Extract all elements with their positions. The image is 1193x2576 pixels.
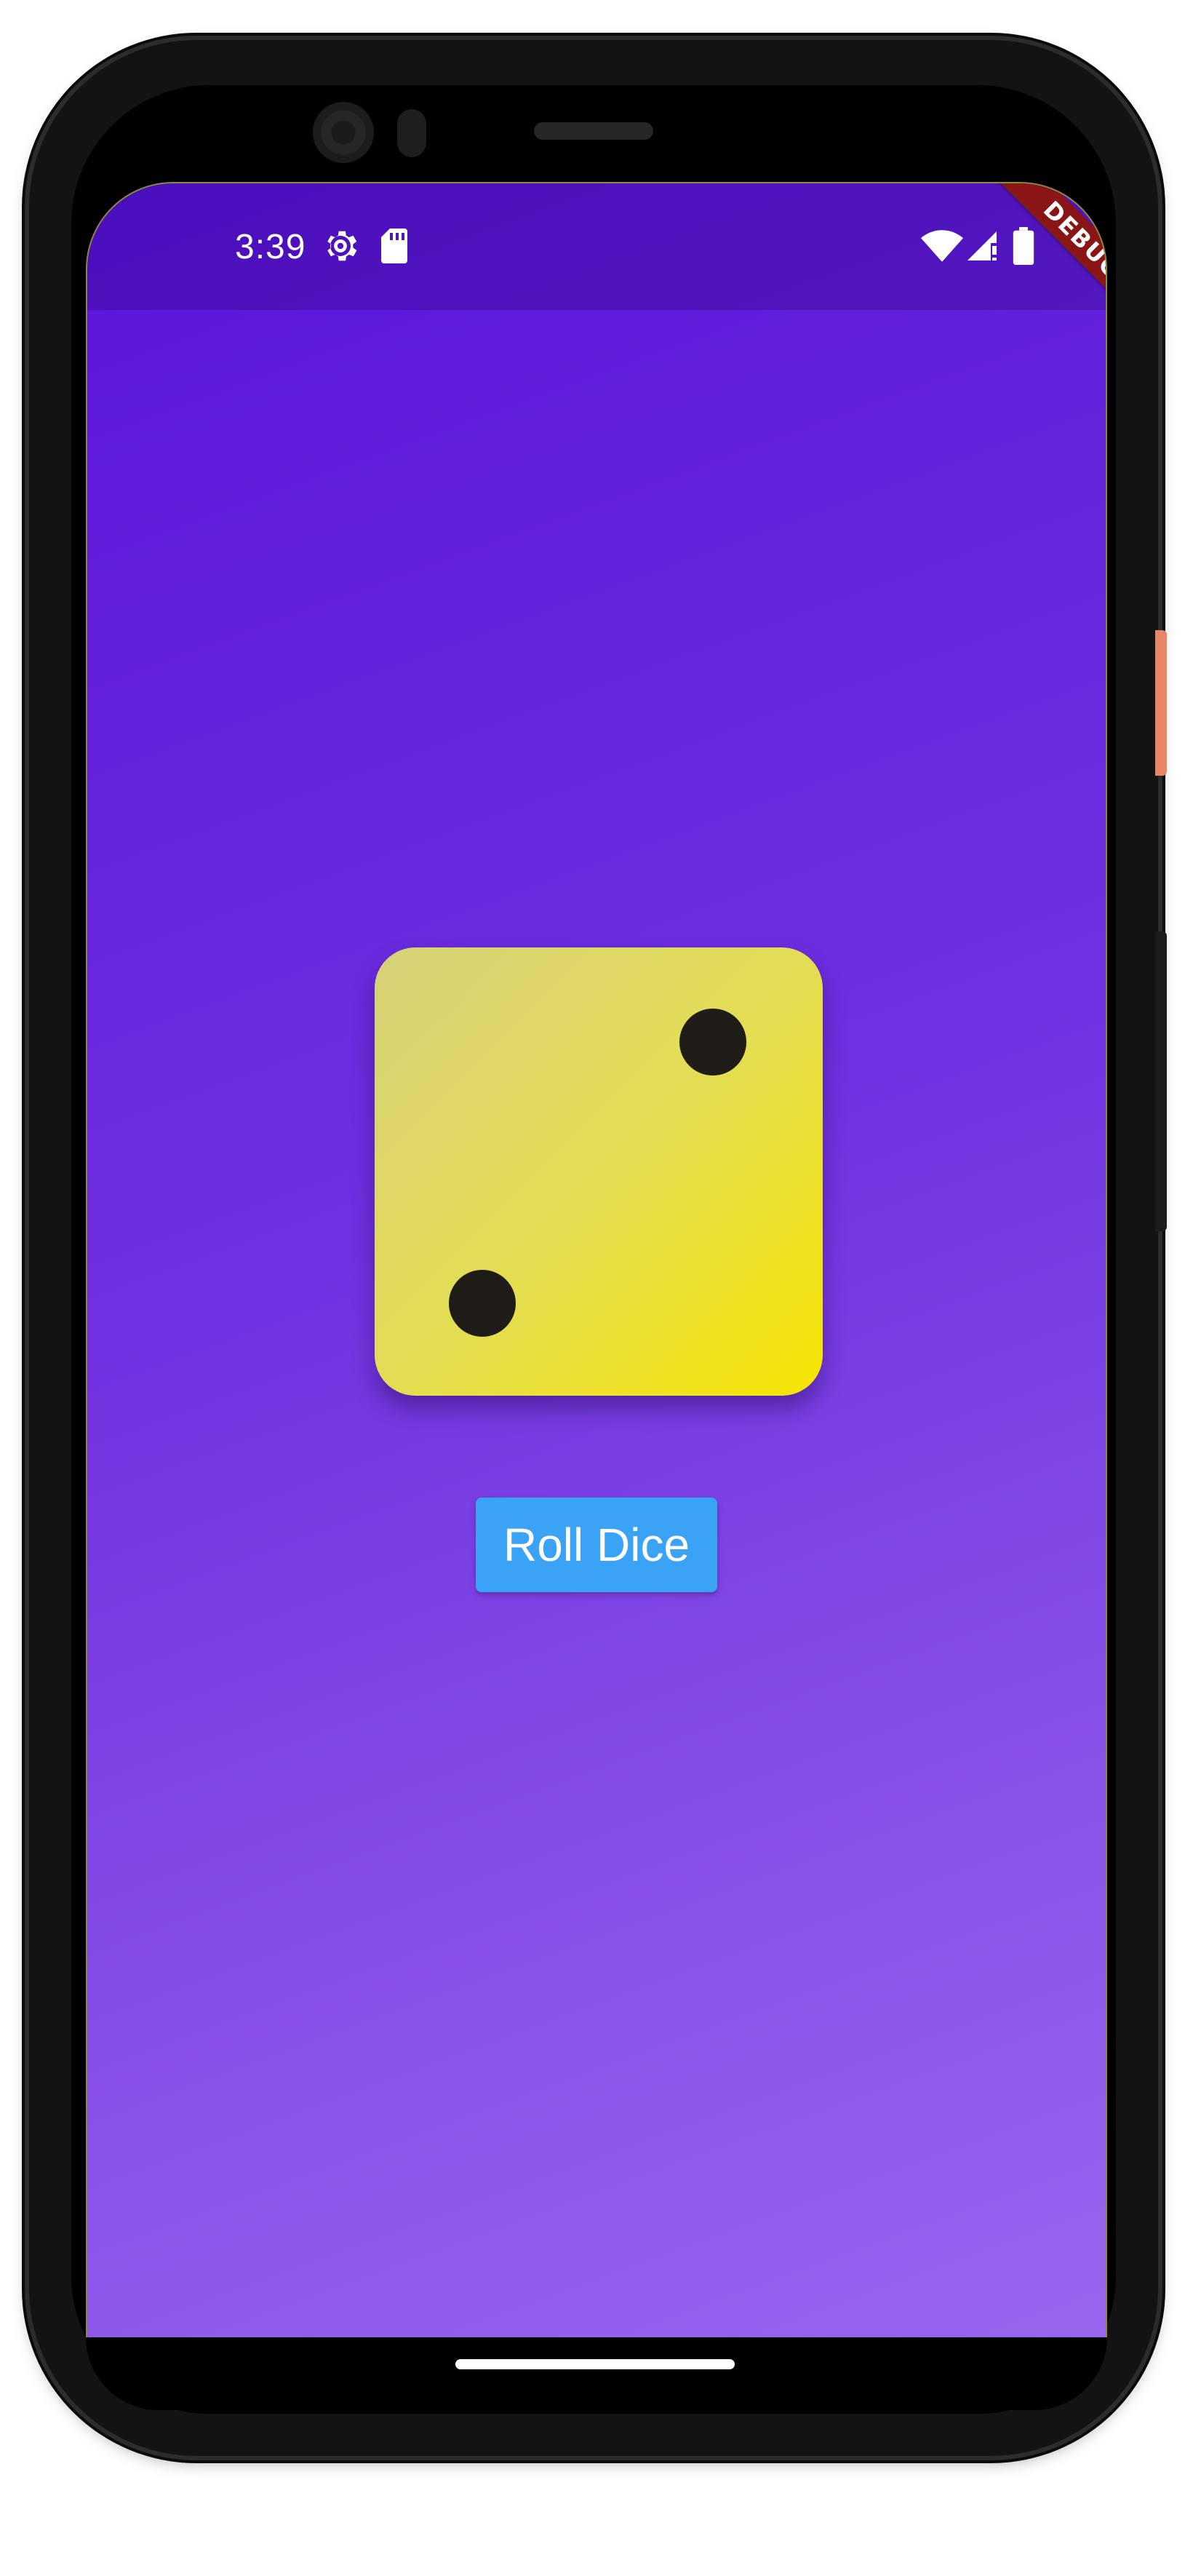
front-camera bbox=[313, 102, 374, 163]
debug-banner: DEBUG bbox=[987, 183, 1106, 335]
roll-dice-button[interactable]: Roll Dice bbox=[476, 1498, 717, 1592]
dice-pip bbox=[449, 1270, 516, 1337]
app-screen: 3:39 DEBUG Roll Dice bbox=[86, 182, 1107, 2339]
wifi-icon bbox=[921, 230, 963, 262]
earpiece-speaker bbox=[534, 122, 653, 140]
navigation-bar bbox=[86, 2337, 1107, 2410]
dice-pip bbox=[679, 1009, 746, 1076]
status-time: 3:39 bbox=[235, 228, 306, 266]
power-button bbox=[1155, 630, 1167, 776]
home-indicator[interactable] bbox=[455, 2359, 735, 2369]
proximity-sensor bbox=[397, 109, 426, 157]
dice-face bbox=[375, 947, 823, 1396]
device-stage: 3:39 DEBUG Roll Dice bbox=[0, 0, 1193, 2576]
gear-icon bbox=[327, 231, 357, 261]
status-bar: 3:39 DEBUG bbox=[87, 183, 1106, 335]
volume-button bbox=[1155, 931, 1167, 1231]
signal-icon bbox=[967, 231, 997, 261]
battery-icon bbox=[1013, 227, 1034, 265]
sd-card-icon bbox=[381, 228, 407, 263]
